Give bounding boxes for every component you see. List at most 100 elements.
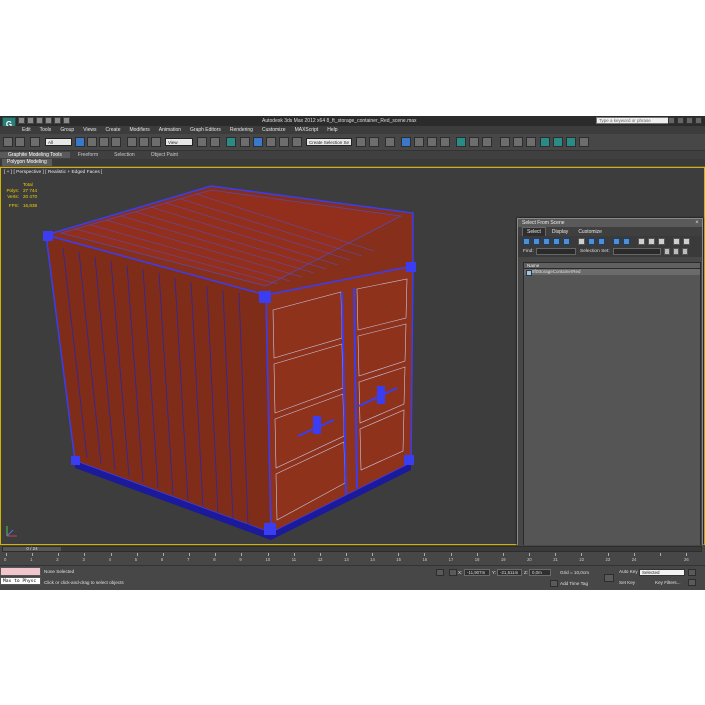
filter-containers-icon[interactable] xyxy=(623,238,630,245)
lock-selection-icon[interactable] xyxy=(436,569,444,576)
move-icon[interactable] xyxy=(127,137,137,147)
render-setup-icon[interactable] xyxy=(456,137,466,147)
dialog-menu-customize[interactable]: Customize xyxy=(574,228,606,236)
ribbon-tab-object-paint[interactable]: Object Paint xyxy=(143,152,186,158)
selection-set-dropdown[interactable] xyxy=(613,248,661,255)
menu-item-create[interactable]: Create xyxy=(105,127,120,133)
select-invert-icon[interactable] xyxy=(658,238,665,245)
align-icon[interactable] xyxy=(369,137,379,147)
filter-lights-icon[interactable] xyxy=(543,238,550,245)
edit-named-sets-icon[interactable] xyxy=(292,137,302,147)
named-selection-dropdown[interactable]: Create Selection Se xyxy=(306,138,352,146)
menu-item-customize[interactable]: Customize xyxy=(262,127,286,133)
menu-item-views[interactable]: Views xyxy=(83,127,96,133)
filter-bones-icon[interactable] xyxy=(613,238,620,245)
layer-manager-icon[interactable] xyxy=(385,137,395,147)
ribbon-tab-graphite-modeling-tools[interactable]: Graphite Modeling Tools xyxy=(0,152,70,158)
filter-shapes-icon[interactable] xyxy=(533,238,540,245)
menu-item-modifiers[interactable]: Modifiers xyxy=(129,127,149,133)
extra-tool-1-icon[interactable] xyxy=(500,137,510,147)
maxscript-listener[interactable] xyxy=(0,567,41,576)
go-to-start-icon[interactable] xyxy=(688,569,696,576)
menu-item-animation[interactable]: Animation xyxy=(159,127,181,133)
time-tag-icon[interactable] xyxy=(550,580,558,587)
sort-icon[interactable] xyxy=(683,238,690,245)
link-icon[interactable] xyxy=(30,137,40,147)
key-filters-button[interactable]: Key Filters... xyxy=(655,580,681,585)
selection-filter-dropdown[interactable]: All xyxy=(45,138,72,146)
dialog-menu-display[interactable]: Display xyxy=(548,228,572,236)
key-mode-dropdown[interactable]: Selected xyxy=(639,569,685,576)
auto-key-button[interactable]: Auto Key xyxy=(619,569,638,574)
rect-selection-icon[interactable] xyxy=(99,137,109,147)
absolute-mode-icon[interactable] xyxy=(449,569,457,576)
minimize-icon[interactable] xyxy=(677,117,684,124)
redo-button-icon[interactable] xyxy=(15,137,25,147)
ribbon-tab-freeform[interactable]: Freeform xyxy=(70,152,106,158)
search-input[interactable]: Type a keyword or phrase xyxy=(596,117,672,124)
extra-tool-7-icon[interactable] xyxy=(579,137,589,147)
x-coordinate[interactable]: -11,907m xyxy=(464,569,490,576)
extra-tool-4-icon[interactable] xyxy=(540,137,550,147)
menu-item-maxscript[interactable]: MAXScript xyxy=(295,127,319,133)
set-key-icon[interactable] xyxy=(604,574,614,582)
material-editor-icon[interactable] xyxy=(440,137,450,147)
filter-groups-icon[interactable] xyxy=(588,238,595,245)
polygon-modeling-panel[interactable]: Polygon Modeling xyxy=(2,159,52,166)
ribbon-tab-selection[interactable]: Selection xyxy=(106,152,143,158)
filter-geometry-icon[interactable] xyxy=(523,238,530,245)
dialog-close-icon[interactable]: × xyxy=(694,220,700,226)
spinner-snap-icon[interactable] xyxy=(279,137,289,147)
extra-tool-3-icon[interactable] xyxy=(526,137,536,147)
snaps-toggle-icon[interactable] xyxy=(240,137,250,147)
pivot-icon[interactable] xyxy=(197,137,207,147)
filter-spacewarps-icon[interactable] xyxy=(578,238,585,245)
close-icon[interactable] xyxy=(695,117,702,124)
set-key-button[interactable]: Set Key xyxy=(619,580,635,585)
maximize-icon[interactable] xyxy=(686,117,693,124)
undo-icon[interactable] xyxy=(45,117,52,124)
dialog-menu-select[interactable]: Select xyxy=(522,226,546,237)
extra-tool-5-icon[interactable] xyxy=(553,137,563,147)
schematic-view-icon[interactable] xyxy=(427,137,437,147)
filter-xrefs-icon[interactable] xyxy=(598,238,605,245)
save-file-icon[interactable] xyxy=(36,117,43,124)
z-coordinate[interactable]: 0,0m xyxy=(529,569,551,576)
graphite-toggle-icon[interactable] xyxy=(401,137,411,147)
filter-cameras-icon[interactable] xyxy=(553,238,560,245)
list-item[interactable]: 8ftStorageContainerRed xyxy=(524,269,700,276)
help-icon[interactable] xyxy=(668,117,675,124)
select-by-name-icon[interactable] xyxy=(87,137,97,147)
manipulate-icon[interactable] xyxy=(210,137,220,147)
project-folder-icon[interactable] xyxy=(63,117,70,124)
mirror-icon[interactable] xyxy=(356,137,366,147)
go-to-end-icon[interactable] xyxy=(688,579,696,586)
select-all-icon[interactable] xyxy=(638,238,645,245)
find-input[interactable] xyxy=(536,248,576,255)
render-production-icon[interactable] xyxy=(482,137,492,147)
curve-editor-icon[interactable] xyxy=(414,137,424,147)
menu-item-edit[interactable]: Edit xyxy=(22,127,31,133)
add-time-tag[interactable]: Add Time Tag xyxy=(560,581,588,586)
selection-set-btn-1[interactable] xyxy=(664,248,670,255)
selection-set-btn-2[interactable] xyxy=(673,248,679,255)
keyboard-shortcut-icon[interactable] xyxy=(226,137,236,147)
menu-item-rendering[interactable]: Rendering xyxy=(230,127,253,133)
frame-ruler[interactable]: 0 2 4 6 8 10 12 14 16 18 20 22 24 26 1 3 5 7 9 11 13 15 17 19 21… xyxy=(2,553,689,563)
selection-set-btn-3[interactable] xyxy=(682,248,688,255)
dialog-title-bar[interactable]: Select From Scene × xyxy=(518,219,702,227)
menu-item-graph-editors[interactable]: Graph Editors xyxy=(190,127,221,133)
filter-funnel-icon[interactable] xyxy=(673,238,680,245)
extra-tool-6-icon[interactable] xyxy=(566,137,576,147)
select-object-icon[interactable] xyxy=(75,137,85,147)
filter-helpers-icon[interactable] xyxy=(563,238,570,245)
window-crossing-icon[interactable] xyxy=(111,137,121,147)
scale-icon[interactable] xyxy=(151,137,161,147)
percent-snap-icon[interactable] xyxy=(266,137,276,147)
rendered-frame-icon[interactable] xyxy=(469,137,479,147)
perspective-viewport[interactable]: [ + ] [ Perspective ] [ Realistic + Edge… xyxy=(0,167,705,582)
extra-tool-2-icon[interactable] xyxy=(513,137,523,147)
select-none-icon[interactable] xyxy=(648,238,655,245)
rotate-icon[interactable] xyxy=(139,137,149,147)
open-file-icon[interactable] xyxy=(27,117,34,124)
